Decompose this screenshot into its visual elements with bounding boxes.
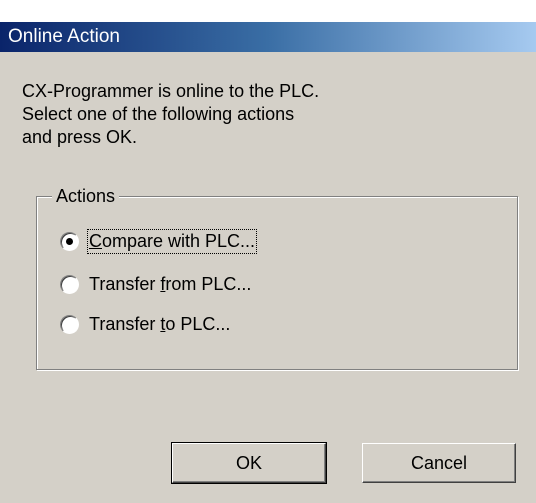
radio-label[interactable]: Transfer to PLC... (89, 314, 230, 335)
radio-selected-dot (66, 237, 73, 245)
message-text: CX-Programmer is online to the PLC. Sele… (22, 80, 442, 149)
radio-transfer-from-plc[interactable]: Transfer from PLC... (60, 271, 251, 297)
radio-button[interactable] (60, 314, 79, 334)
radio-label[interactable]: Transfer from PLC... (89, 274, 251, 295)
window-title: Online Action (8, 26, 120, 47)
radio-compare-with-plc[interactable]: Compare with PLC... (60, 228, 258, 254)
message-line: CX-Programmer is online to the PLC. (22, 81, 320, 101)
title-bar[interactable]: Online Action (0, 22, 536, 52)
radio-button[interactable] (60, 231, 79, 251)
ok-button[interactable]: OK (171, 442, 327, 484)
message-line: and press OK. (22, 127, 138, 147)
cancel-button[interactable]: Cancel (362, 443, 516, 483)
message-line: Select one of the following actions (22, 104, 295, 124)
radio-label[interactable]: Compare with PLC... (86, 228, 258, 254)
actions-group-label: Actions (52, 184, 120, 208)
radio-transfer-to-plc[interactable]: Transfer to PLC... (60, 311, 230, 337)
radio-button[interactable] (60, 274, 79, 294)
